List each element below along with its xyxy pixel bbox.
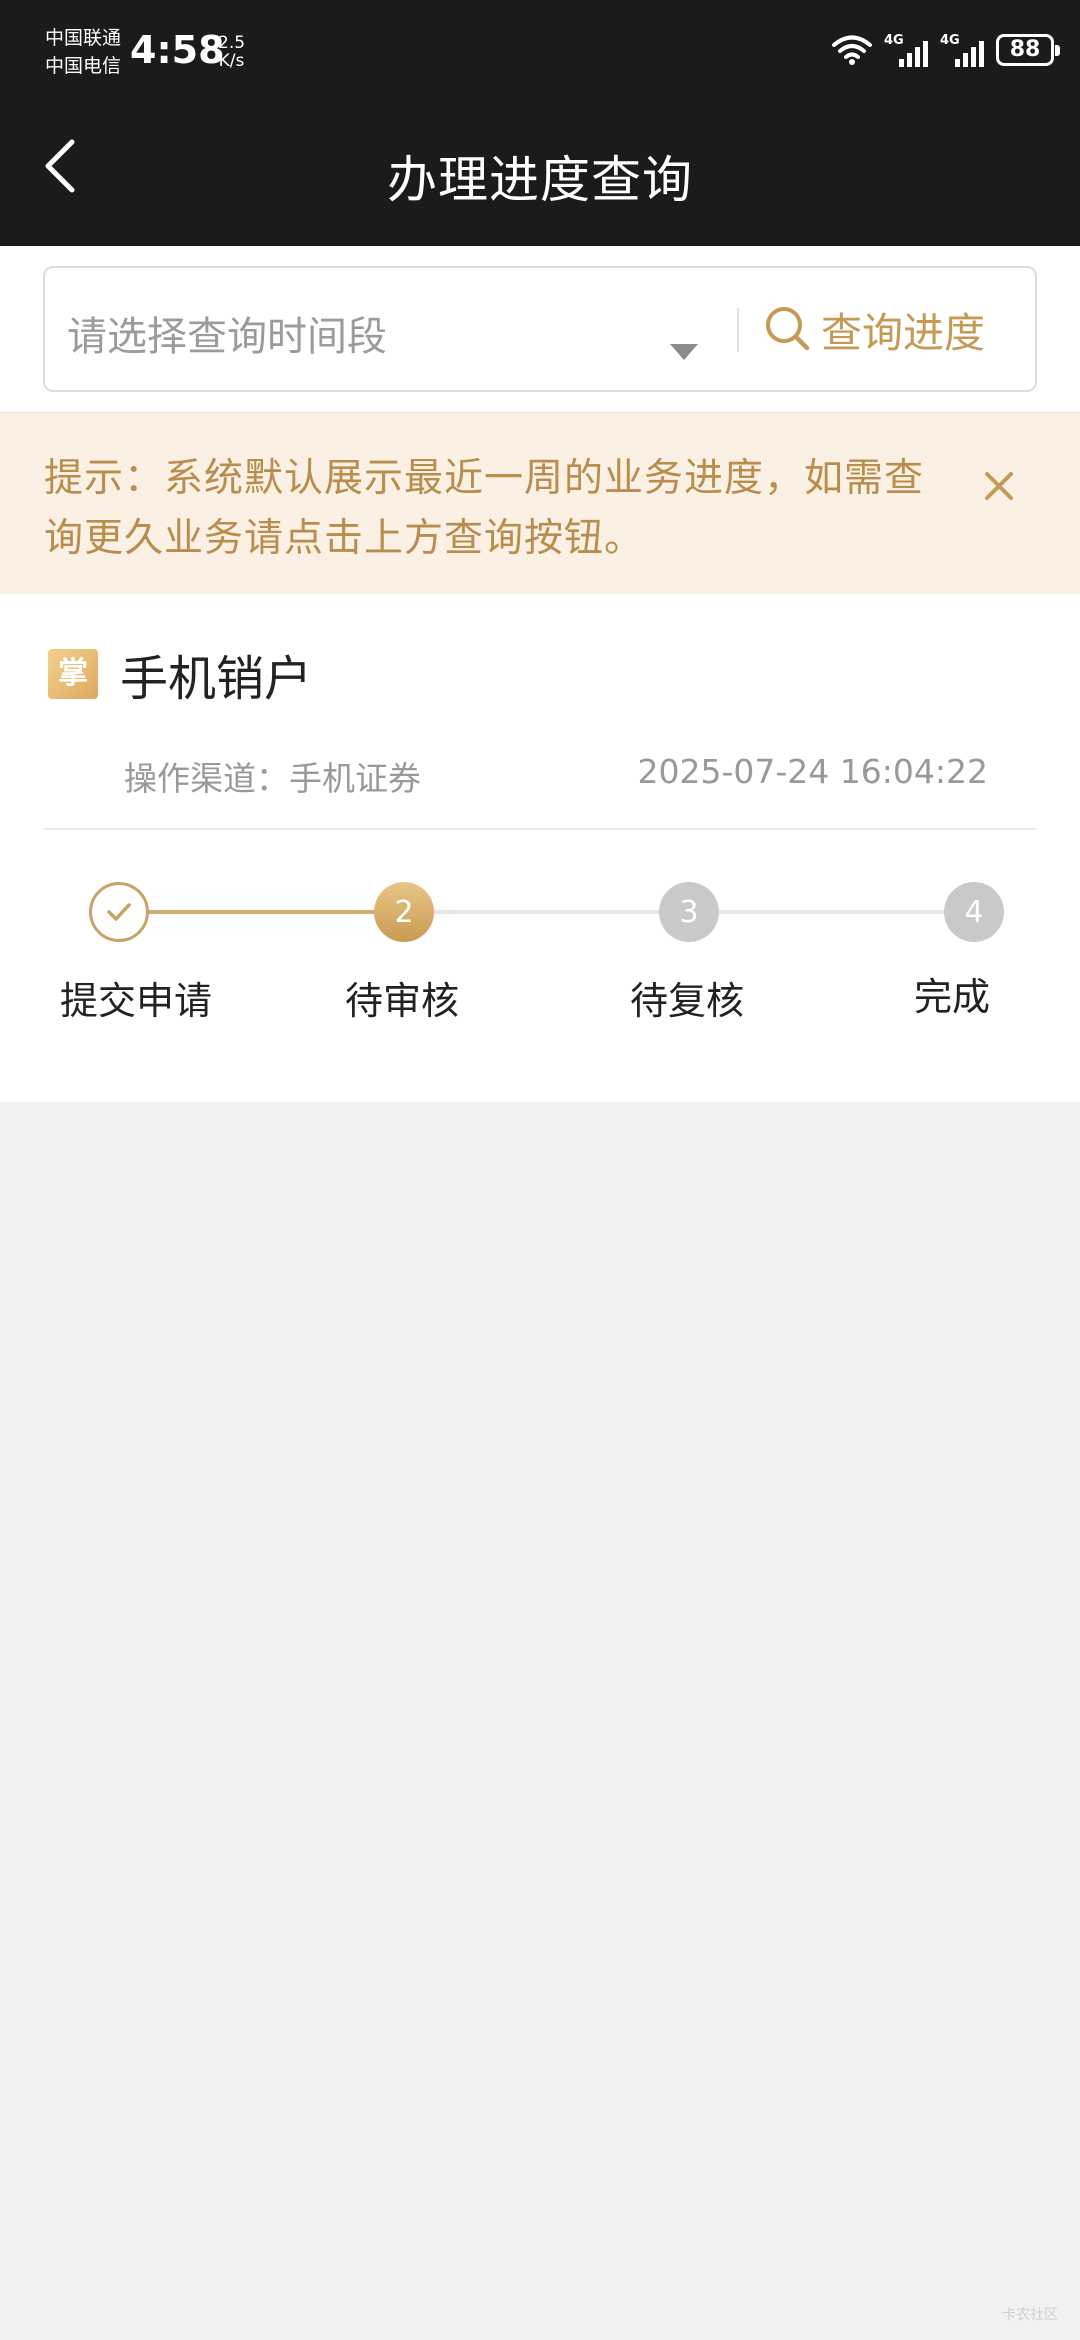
operation-datetime: 2025-07-24 16:04:22 xyxy=(637,752,988,791)
speed-unit: K/s xyxy=(218,51,245,71)
watermark: 卡农社区 xyxy=(1002,2307,1058,2323)
business-title: 手机销户 xyxy=(120,651,313,707)
progress-steps: 2 3 4 提交申请 待审核 待复核 完成 xyxy=(0,830,1080,1102)
network-speed: 2.5 K/s xyxy=(218,34,245,70)
step-4-circle: 4 xyxy=(944,882,1004,942)
signal-2-icon: 4G xyxy=(940,33,984,67)
search-section: 请选择查询时间段 查询进度 xyxy=(0,246,1080,412)
query-progress-label: 查询进度 xyxy=(821,309,985,357)
step-4-label: 完成 xyxy=(914,975,991,1019)
search-icon xyxy=(766,307,810,351)
signal-1-icon: 4G xyxy=(884,33,928,67)
check-icon xyxy=(107,903,131,921)
operation-channel: 操作渠道：手机证券 xyxy=(124,759,421,798)
nav-bar: 办理进度查询 xyxy=(0,120,1080,230)
step-2-circle: 2 xyxy=(374,882,434,942)
page-title: 办理进度查询 xyxy=(387,151,693,209)
query-progress-button[interactable]: 查询进度 xyxy=(763,268,1033,390)
top-bar: 中国联通 中国电信 4:58 2.5 K/s 4G 4G 88 办理进度查询 xyxy=(0,0,1080,246)
tip-text: 提示：系统默认展示最近一周的业务进度，如需查询更久业务请点击上方查询按钮。 xyxy=(44,456,925,561)
status-bar: 中国联通 中国电信 4:58 2.5 K/s 4G 4G 88 xyxy=(0,0,1080,110)
tip-banner: 提示：系统默认展示最近一周的业务进度，如需查询更久业务请点击上方查询按钮。 xyxy=(0,412,1080,594)
wifi-icon xyxy=(832,35,872,65)
speed-value: 2.5 xyxy=(218,33,246,53)
status-icons: 4G 4G 88 xyxy=(832,32,1060,68)
step-1-label: 提交申请 xyxy=(60,979,213,1023)
step-1-circle xyxy=(89,882,149,942)
battery-icon: 88 xyxy=(996,34,1060,66)
step-3-label: 待复核 xyxy=(630,979,745,1023)
tip-close-button[interactable] xyxy=(974,461,1024,511)
time-period-placeholder: 请选择查询时间段 xyxy=(67,314,387,360)
carrier-1: 中国联通 xyxy=(45,27,122,49)
business-header: 掌 手机销户 xyxy=(48,644,312,707)
carrier-2: 中国电信 xyxy=(45,55,122,77)
caret-down-icon xyxy=(670,344,698,360)
step-3-circle: 3 xyxy=(659,882,719,942)
divider xyxy=(737,308,739,352)
progress-card[interactable]: 掌 手机销户 操作渠道：手机证券 2025-07-24 16:04:22 2 3… xyxy=(0,594,1080,1102)
business-badge-icon: 掌 xyxy=(48,649,98,699)
close-icon xyxy=(985,472,1013,500)
step-2-label: 待审核 xyxy=(345,979,460,1023)
carrier-names: 中国联通 中国电信 xyxy=(45,24,121,80)
step-line-done xyxy=(119,910,404,914)
time-period-select[interactable]: 请选择查询时间段 xyxy=(45,268,735,390)
search-box: 请选择查询时间段 查询进度 xyxy=(43,266,1037,392)
clock: 4:58 xyxy=(130,28,225,72)
